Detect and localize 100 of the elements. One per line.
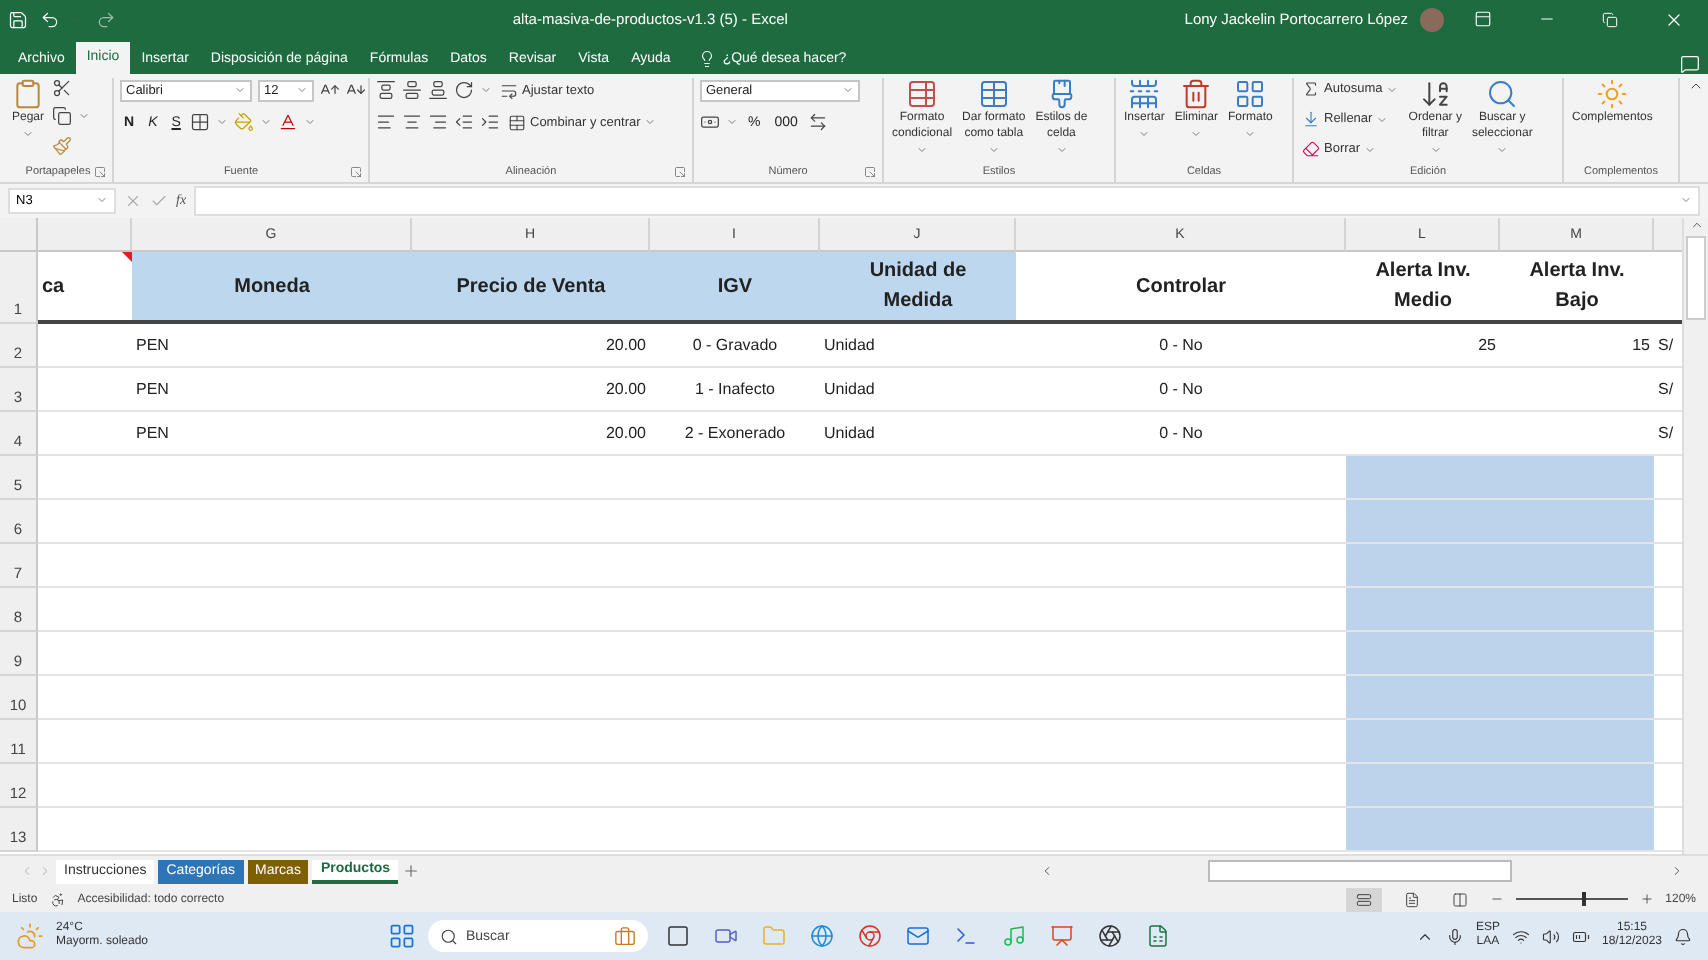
caret-icon — [644, 116, 657, 129]
font-color-icon[interactable] — [278, 112, 299, 133]
speaker-icon[interactable] — [1541, 927, 1560, 946]
weather-icon — [16, 922, 44, 951]
align-right-icon[interactable] — [428, 112, 448, 133]
notifications-icon[interactable] — [1674, 927, 1693, 946]
format-painter-icon[interactable] — [52, 135, 73, 156]
cut-icon[interactable] — [52, 77, 73, 98]
microphone-icon[interactable] — [1445, 927, 1464, 946]
sigma-icon — [1302, 80, 1320, 99]
scroll-left-icon[interactable] — [1040, 864, 1054, 879]
align-bottom-icon[interactable] — [428, 80, 448, 101]
caret-icon — [916, 143, 929, 156]
caret-icon — [1386, 83, 1399, 96]
page-break-icon — [1451, 891, 1468, 908]
align-middle-icon[interactable] — [402, 80, 422, 101]
undo-icon[interactable] — [40, 9, 60, 29]
caret-icon — [1138, 127, 1151, 140]
wifi-icon[interactable] — [1511, 927, 1530, 946]
redo-icon[interactable] — [96, 9, 116, 29]
caret-icon — [22, 127, 34, 140]
header-cell: Precio de Venta — [412, 252, 650, 325]
caret-icon — [480, 84, 492, 97]
caret-icon — [260, 116, 273, 129]
caret-icon — [842, 84, 854, 97]
terminal-icon — [954, 924, 978, 949]
task-view-icon — [666, 924, 690, 949]
copy-icon[interactable] — [52, 106, 73, 127]
ribbon-display-icon — [1473, 10, 1492, 28]
header-cell: Moneda — [132, 252, 412, 325]
browser-icon — [810, 924, 834, 949]
merge-cells-icon — [508, 113, 526, 132]
formula-input[interactable] — [194, 185, 1700, 216]
header-cell: IGV — [650, 252, 820, 325]
insert-cells-icon — [1128, 77, 1161, 110]
eraser-icon — [1302, 140, 1320, 159]
caret-icon — [296, 84, 308, 97]
music-icon — [1002, 924, 1026, 949]
currency-icon[interactable] — [700, 112, 720, 133]
align-left-icon[interactable] — [376, 112, 396, 133]
zoom-in-icon[interactable] — [1639, 892, 1654, 907]
restore-icon — [1602, 11, 1619, 27]
presentation-icon — [1050, 924, 1074, 949]
caret-icon — [78, 110, 91, 123]
dialog-launcher-icon[interactable] — [350, 165, 362, 178]
caret-icon — [234, 84, 246, 97]
increase-indent-icon[interactable] — [480, 112, 500, 133]
save-icon[interactable] — [8, 9, 28, 29]
accessibility-icon[interactable] — [49, 891, 66, 908]
scroll-right-icon[interactable] — [1670, 864, 1684, 879]
spreadsheet-icon — [1146, 924, 1170, 949]
folder-icon — [762, 924, 786, 949]
new-sheet-icon[interactable] — [402, 862, 421, 881]
scroll-thumb[interactable] — [1686, 236, 1706, 321]
decrease-indent-icon[interactable] — [454, 112, 474, 133]
vertical-scrollbar[interactable] — [1682, 218, 1708, 855]
caret-icon — [987, 143, 1000, 156]
caret-icon — [304, 116, 317, 129]
video-call-icon — [714, 924, 738, 949]
battery-icon[interactable] — [1571, 927, 1590, 946]
caret-icon — [1190, 127, 1203, 140]
search-icon — [1486, 77, 1519, 110]
aperture-icon — [1098, 924, 1122, 949]
dialog-launcher-icon[interactable] — [864, 165, 876, 178]
mail-icon — [906, 924, 930, 949]
caret-icon — [1680, 194, 1692, 207]
sort-filter-icon — [1419, 77, 1452, 110]
normal-view-icon — [1355, 891, 1372, 908]
caret-icon — [1376, 113, 1389, 126]
page-layout-icon — [1403, 891, 1420, 908]
fill-color-icon[interactable] — [234, 112, 255, 133]
cancel-icon[interactable] — [124, 191, 142, 210]
conditional-format-icon — [906, 77, 939, 110]
table-icon — [977, 77, 1010, 110]
caret-icon — [1429, 143, 1442, 156]
briefcase-icon — [614, 925, 636, 948]
caret-icon — [1496, 143, 1509, 156]
normal-view-button[interactable] — [1345, 887, 1382, 912]
caret-icon — [1364, 143, 1377, 156]
dialog-launcher-icon[interactable] — [94, 165, 106, 178]
dialog-launcher-icon[interactable] — [674, 165, 686, 178]
borders-icon[interactable] — [190, 112, 211, 133]
clipboard-icon — [12, 77, 44, 110]
comments-icon[interactable] — [1680, 53, 1700, 74]
start-icon[interactable] — [388, 922, 416, 951]
fill-icon — [1302, 110, 1320, 129]
close-icon — [1664, 9, 1685, 29]
chrome-icon — [858, 924, 882, 949]
align-top-icon[interactable] — [376, 80, 396, 101]
scroll-thumb[interactable] — [1208, 860, 1512, 883]
caret-icon — [216, 116, 229, 129]
scroll-up-icon[interactable] — [1689, 218, 1703, 233]
caret-icon — [1055, 143, 1068, 156]
caret-icon — [1244, 127, 1257, 140]
zoom-slider-thumb[interactable] — [1582, 892, 1587, 907]
align-center-icon[interactable] — [402, 112, 422, 133]
caret-icon — [726, 116, 738, 129]
caret-icon — [96, 194, 108, 207]
header-cell: Unidad de Medida — [820, 252, 1016, 325]
wrap-text-icon — [500, 81, 518, 100]
